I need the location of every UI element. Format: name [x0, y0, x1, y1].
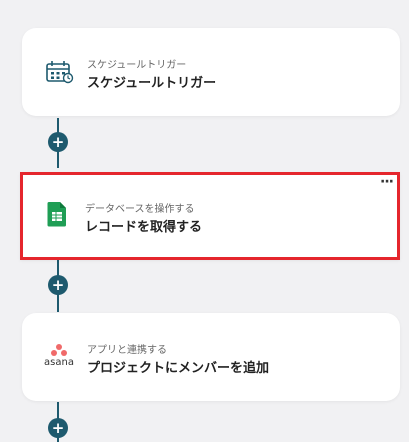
- step-category-label: アプリと連携する: [87, 345, 167, 356]
- step-title: レコードを取得する: [85, 220, 203, 235]
- step-title: スケジュールトリガー: [87, 76, 217, 91]
- flow-step-asana-add-member[interactable]: asana アプリと連携する プロジェクトにメンバーを追加: [22, 313, 400, 401]
- add-step-button[interactable]: +: [48, 418, 68, 438]
- asana-logo-text: asana: [44, 357, 74, 368]
- add-step-button[interactable]: +: [48, 275, 68, 295]
- flow-step-database-get-records[interactable]: ··· データベースを操作する レコードを取得する: [20, 172, 400, 260]
- step-title: プロジェクトにメンバーを追加: [87, 361, 270, 376]
- add-step-button[interactable]: +: [48, 132, 68, 152]
- step-category-label: スケジュールトリガー: [87, 60, 187, 71]
- more-options-icon[interactable]: ···: [380, 174, 394, 190]
- flow-step-schedule-trigger[interactable]: スケジュールトリガー スケジュールトリガー: [22, 28, 400, 116]
- asana-icon: asana: [38, 341, 80, 371]
- calendar-clock-icon: [42, 56, 76, 86]
- step-category-label: データベースを操作する: [85, 204, 195, 215]
- google-sheets-icon: [40, 199, 74, 229]
